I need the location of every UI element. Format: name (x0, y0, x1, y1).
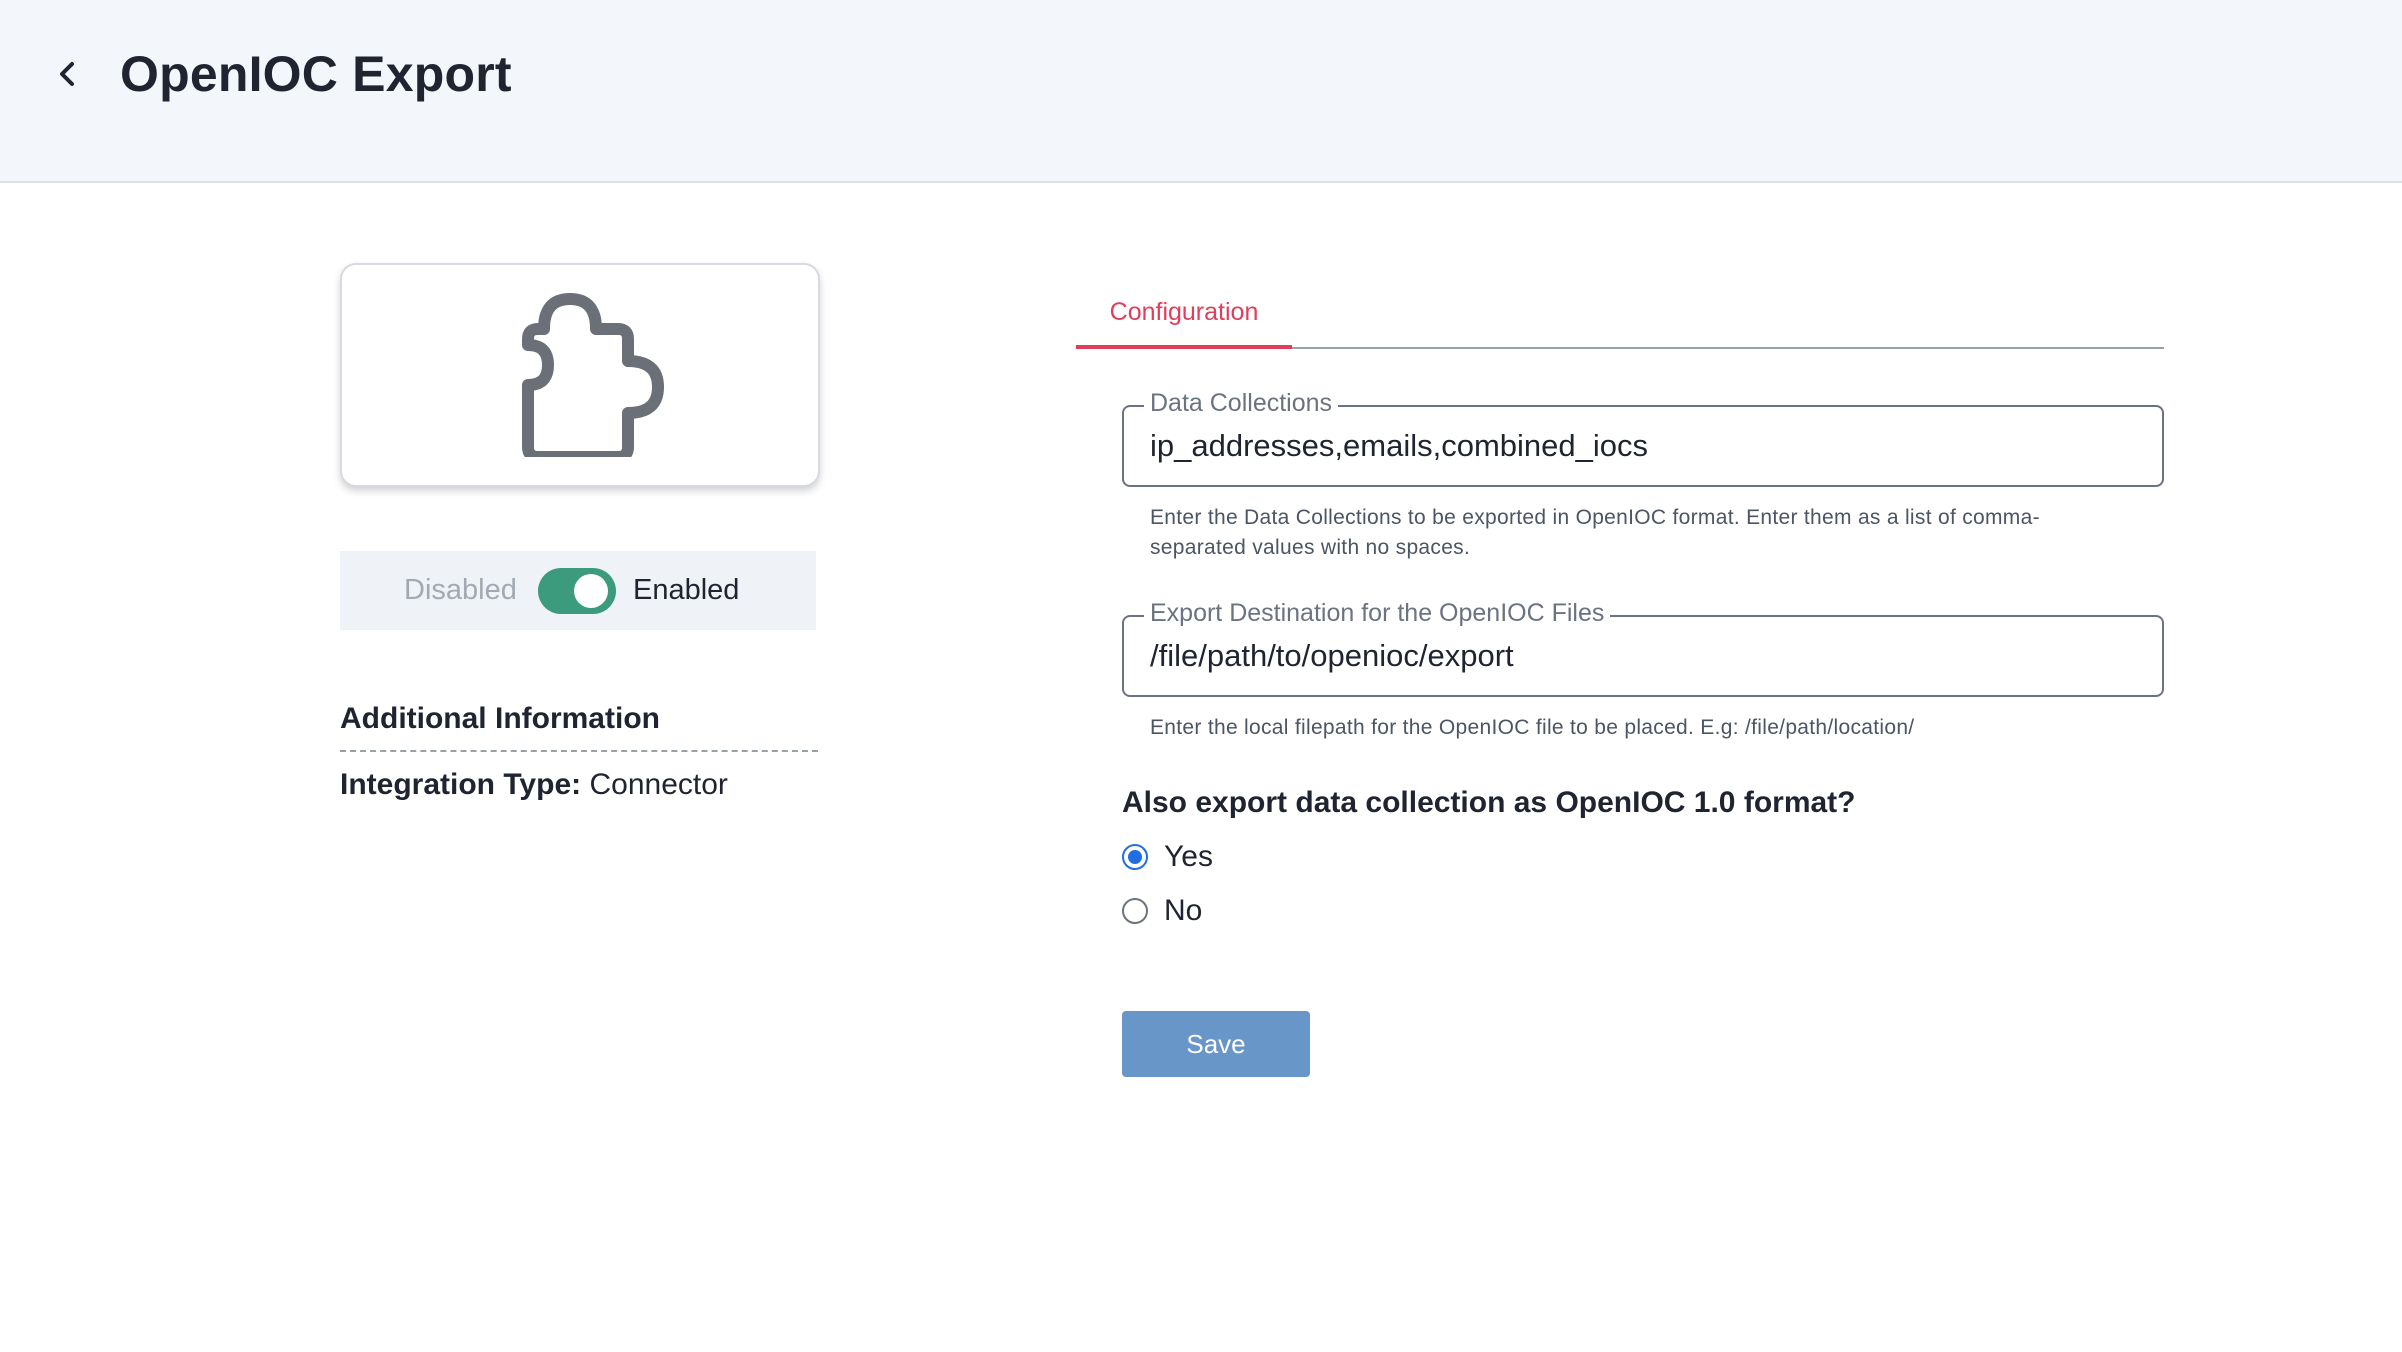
export-destination-help: Enter the local filepath for the OpenIOC… (1150, 716, 1915, 739)
radio-yes-button[interactable] (1122, 844, 1148, 870)
integration-type-value: Connector (589, 768, 728, 801)
export-destination-input[interactable] (1150, 631, 2140, 681)
export-destination-field: Export Destination for the OpenIOC Files (1122, 595, 2164, 697)
data-collections-help: Enter the Data Collections to be exporte… (1150, 506, 2040, 559)
additional-information-heading: Additional Information (340, 698, 818, 752)
enabled-toggle-switch[interactable] (538, 568, 616, 614)
enabled-label: Enabled (633, 574, 740, 606)
integration-type-row: Integration Type: Connector (340, 764, 728, 806)
disabled-label: Disabled (404, 574, 517, 606)
page-title: OpenIOC Export (120, 46, 512, 102)
toggle-knob (574, 574, 608, 608)
radio-no-button[interactable] (1122, 898, 1148, 924)
radio-yes-label: Yes (1164, 840, 1213, 873)
puzzle-piece-icon (498, 287, 668, 457)
data-collections-field: Data Collections (1122, 385, 2164, 487)
save-button[interactable]: Save (1122, 1011, 1310, 1077)
openioc-format-question: Also export data collection as OpenIOC 1… (1122, 786, 1856, 819)
chevron-left-icon (50, 56, 86, 92)
radio-option-no[interactable]: No (1122, 889, 1202, 933)
page-header: OpenIOC Export (0, 0, 2402, 183)
enable-toggle-row: Disabled Enabled (340, 551, 816, 630)
tab-bar: Configuration (1076, 281, 2164, 349)
data-collections-label: Data Collections (1144, 385, 1339, 421)
integration-logo-card (340, 263, 820, 487)
radio-option-yes[interactable]: Yes (1122, 835, 1213, 879)
back-button[interactable] (50, 56, 86, 92)
integration-type-key: Integration Type: (340, 768, 582, 801)
data-collections-input[interactable] (1150, 421, 2140, 471)
tab-configuration[interactable]: Configuration (1076, 281, 1292, 349)
radio-no-label: No (1164, 894, 1203, 927)
export-destination-label: Export Destination for the OpenIOC Files (1144, 595, 1611, 631)
